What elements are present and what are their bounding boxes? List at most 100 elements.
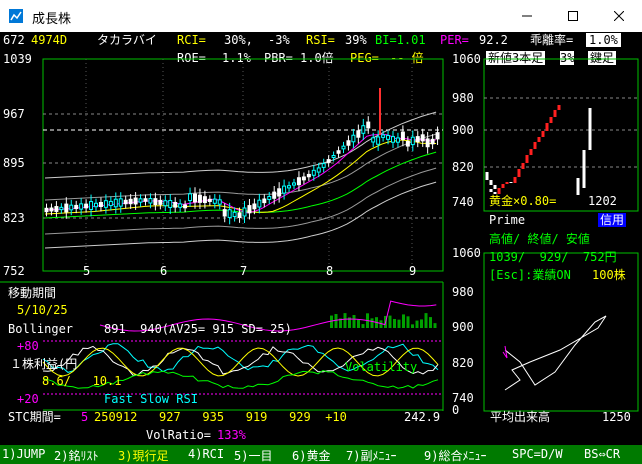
candle-body	[89, 201, 94, 210]
avgvol-value: 1250	[602, 410, 631, 424]
candle-body	[410, 136, 415, 146]
gold-value: 1202	[588, 194, 617, 208]
period-label: 移動期間	[8, 286, 57, 300]
candle-body	[79, 203, 84, 210]
ma10-line	[44, 139, 437, 215]
candle-body	[257, 199, 262, 208]
main-xtick: 6	[160, 264, 168, 278]
candle-body	[371, 137, 376, 143]
rm-ytick: 0	[452, 403, 460, 417]
candle-body	[316, 167, 321, 173]
volume-bar	[433, 323, 437, 328]
fkey-bscr[interactable]: BS⇔CR	[584, 447, 620, 461]
credit-badge: 信用	[598, 213, 627, 227]
rt-ytick: 740	[452, 195, 474, 209]
candle-body	[84, 203, 89, 209]
candle-body	[158, 199, 163, 205]
candle-body	[326, 159, 331, 163]
market-label: Prime	[489, 213, 526, 227]
candle-body	[227, 209, 232, 218]
candle-body	[415, 136, 420, 143]
candle-body	[356, 130, 361, 138]
candle-body	[321, 163, 326, 168]
rt-ytick: 900	[452, 123, 474, 137]
candle-body	[262, 198, 267, 204]
candle-body	[425, 138, 430, 148]
rt-ytick: 820	[452, 160, 474, 174]
volume-bar	[388, 315, 392, 328]
fkey-list[interactable]: 2)銘ﾘｽﾄ	[54, 447, 98, 464]
fkey-totalmenu[interactable]: 9)総合ﾒﾆｭｰ	[424, 447, 486, 464]
volume-bar	[415, 320, 419, 328]
candle-body	[296, 177, 301, 186]
volume-bar	[357, 319, 360, 328]
candle-body	[381, 134, 386, 138]
candle-body	[128, 198, 133, 205]
bollinger-upper	[44, 111, 437, 179]
stc-period: 5	[81, 410, 89, 424]
volume-bar	[424, 313, 428, 328]
candle-body	[361, 125, 366, 134]
volratio-label: VolRatio=	[146, 428, 212, 442]
candle-body	[395, 137, 400, 143]
hl-values: 1039/ 929/ 752円	[489, 250, 617, 264]
volratio-value: 133%	[217, 428, 246, 442]
fkey-spc[interactable]: SPC=D/W	[512, 447, 563, 461]
main-xtick: 7	[240, 264, 248, 278]
fkey-ichimoku[interactable]: 5)一目	[234, 447, 272, 464]
volume-bar	[334, 314, 338, 328]
fkey-current[interactable]: 3)現行足	[118, 447, 168, 464]
candle-body	[277, 188, 282, 197]
stc-label: STC期間=	[8, 410, 61, 424]
candle-body	[123, 199, 128, 205]
esc-label[interactable]: [Esc]:業績ON	[489, 268, 571, 282]
main-xtick: 5	[83, 264, 91, 278]
volume-bar	[411, 324, 414, 328]
candle-body	[391, 136, 395, 143]
candle-body	[138, 198, 143, 203]
candle-body	[267, 196, 272, 200]
rm-ytick: 980	[452, 285, 474, 299]
rm-ytick: 1060	[452, 246, 481, 260]
candle-body	[44, 207, 49, 213]
rt-ytick: 1060	[452, 52, 481, 66]
candle-body	[292, 182, 296, 186]
fkey-rci[interactable]: 4)RCI	[188, 447, 224, 461]
candle-body	[168, 199, 173, 209]
candle-body	[435, 132, 440, 140]
volatility-label: Volatility	[345, 360, 418, 374]
fsr-label: Fast Slow RSI	[104, 392, 198, 406]
main-ytick: 895	[3, 156, 25, 170]
volume-bar	[429, 317, 432, 328]
avgvol-label: 平均出来高	[490, 410, 551, 424]
candle-body	[118, 198, 123, 207]
candle-body	[148, 198, 153, 204]
candle-body	[430, 138, 435, 145]
candle-body	[237, 212, 242, 219]
candle-body	[173, 201, 178, 208]
candle-body	[212, 198, 217, 204]
rm-ytick: 820	[452, 356, 474, 370]
candle-body	[331, 154, 336, 159]
candle-body	[420, 134, 425, 142]
candle-body	[400, 131, 405, 141]
volume-bar	[352, 315, 356, 328]
fkey-submenu[interactable]: 7)副ﾒﾆｭｰ	[346, 447, 396, 464]
candle-body	[252, 203, 257, 210]
fkey-jump[interactable]: 1)JUMP	[2, 447, 45, 461]
candle-body	[178, 203, 183, 208]
fkey-gold[interactable]: 6)黄金	[292, 447, 330, 464]
gold-label: 黄金×0.80=	[489, 194, 557, 208]
candle-body	[306, 173, 311, 178]
candle-body	[94, 202, 98, 208]
volume-bar	[393, 318, 396, 328]
candle-body	[386, 135, 391, 140]
candle-body	[197, 194, 202, 203]
volume-bar	[330, 315, 333, 328]
scatter-head	[502, 345, 508, 359]
stc-last: 242.9	[404, 410, 441, 424]
bollinger-lower-inner	[44, 167, 437, 235]
right-top-frame	[483, 58, 639, 212]
main-ytick: 823	[3, 211, 25, 225]
main-ytick: 1039	[3, 52, 32, 66]
